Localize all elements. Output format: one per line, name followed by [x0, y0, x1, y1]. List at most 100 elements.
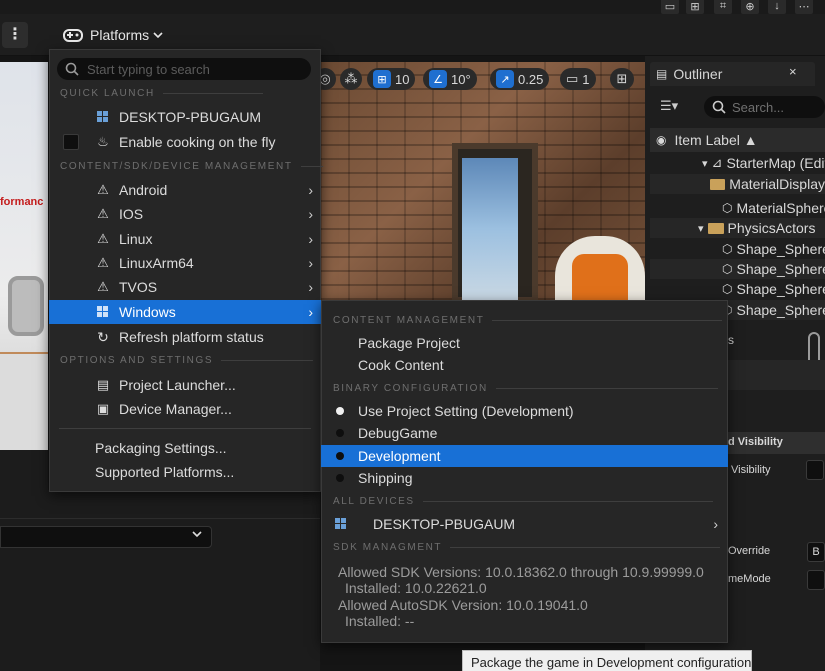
kebab-menu-button[interactable]: ⋮ [2, 22, 28, 48]
chat-icon[interactable]: ▭ [661, 0, 679, 14]
details-row [728, 360, 825, 390]
details-label: s [728, 333, 734, 347]
warning-icon: ⚠ [97, 182, 109, 197]
search-icon [712, 100, 726, 114]
filter-icon[interactable]: ☰▾ [660, 98, 678, 114]
camera-icon: ▭ [566, 71, 579, 86]
warning-icon: ⚠ [97, 255, 109, 270]
grid-icon[interactable]: ⊞ [686, 0, 704, 14]
section-content-sdk: CONTENT/SDK/DEVICE MANAGEMENT [60, 161, 323, 172]
radio-checked-icon [336, 407, 344, 415]
chevron-right-icon: › [308, 255, 313, 271]
transform-icon[interactable]: ⁂ [340, 68, 362, 90]
menu-item-label: Package Project [358, 335, 460, 351]
more-icon[interactable]: ⋯ [795, 0, 813, 14]
menu-item-cooking[interactable]: ♨ Enable cooking on the fly [49, 130, 321, 154]
config-development[interactable]: Development [321, 445, 728, 467]
eye-icon[interactable]: ◉ [656, 133, 666, 147]
performance-text: formanc [0, 196, 44, 208]
scale-snap-toggle[interactable]: ↗ 0.25 [490, 68, 550, 90]
override-value[interactable]: B [807, 542, 825, 562]
menu-item-device[interactable]: DESKTOP-PBUGAUM [49, 105, 321, 129]
visibility-checkbox[interactable] [806, 460, 824, 480]
menu-item-android[interactable]: ⚠ Android › [49, 178, 321, 202]
menu-search-input[interactable]: Start typing to search [57, 58, 311, 80]
sphere-icon: ⬡ [722, 282, 733, 296]
menu-item-label: Use Project Setting (Development) [358, 403, 574, 419]
menu-item-supported-platforms[interactable]: Supported Platforms... [49, 460, 321, 484]
item-label-header: Item Label ▲ [674, 132, 758, 148]
menu-item-windows[interactable]: Windows › [49, 300, 321, 324]
outliner-row[interactable]: ⬡ Shape_Sphere [650, 279, 825, 299]
menu-item-label: Development [358, 448, 441, 464]
sphere-icon: ⬡ [722, 242, 733, 256]
angle-snap-toggle[interactable]: ∠ 10° [423, 68, 477, 90]
outliner-search-input[interactable]: Search... [704, 96, 825, 118]
outliner-search-placeholder: Search... [732, 99, 785, 115]
section-quick-launch: QUICK LAUNCH [60, 88, 263, 99]
menu-item-linux[interactable]: ⚠ Linux › [49, 227, 321, 251]
outliner-row[interactable]: ⬡ Shape_Sphere [650, 259, 825, 279]
angle-snap-value: 10° [451, 71, 471, 87]
cooking-checkbox[interactable] [63, 134, 79, 150]
outliner-column-header[interactable]: ◉ Item Label ▲ [650, 128, 825, 152]
outliner-row[interactable]: MaterialDisplay [650, 174, 825, 194]
outliner-row-label: PhysicsActors [727, 220, 816, 236]
zoom-icon[interactable]: ⊕ [741, 0, 759, 14]
grid-snap-toggle[interactable]: ⊞ 10 [367, 68, 416, 90]
menu-item-label: TVOS [119, 279, 158, 295]
close-icon[interactable]: × [789, 64, 803, 82]
menu-item-label: Shipping [358, 470, 413, 486]
outliner-row[interactable]: ▾ PhysicsActors [650, 218, 825, 238]
warning-icon: ⚠ [97, 231, 109, 246]
chevron-down-icon [153, 32, 163, 39]
outliner-row[interactable]: ⬡ Shape_Sphere [650, 239, 825, 259]
radio-unchecked-icon [336, 429, 344, 437]
chevron-right-icon: › [308, 231, 313, 247]
dropdown-select[interactable] [0, 526, 212, 548]
sdk-installed: Installed: 10.0.22621.0 [345, 580, 487, 596]
window-glass-graphic [462, 158, 518, 300]
outliner-row[interactable]: ⬡ MaterialSphere [650, 198, 825, 218]
menu-search-placeholder: Start typing to search [87, 61, 210, 77]
menu-item-refresh[interactable]: ↻ Refresh platform status [49, 325, 321, 349]
menu-item-cook-content[interactable]: Cook Content [321, 354, 728, 376]
chevron-right-icon: › [308, 206, 313, 222]
menu-item-linuxarm64[interactable]: ⚠ LinuxArm64 › [49, 251, 321, 275]
game-mode-box[interactable] [807, 570, 825, 590]
menu-item-project-launcher[interactable]: ▤ Project Launcher... [49, 373, 321, 397]
outliner-row[interactable]: ▾ ⊿ StarterMap (Editor) [650, 153, 825, 173]
camera-speed-button[interactable]: ▭ 1 [560, 68, 596, 90]
menu-item-label: Project Launcher... [119, 377, 236, 393]
chevron-right-icon: › [308, 279, 313, 295]
outliner-row-label: Shape_Sphere [736, 281, 825, 297]
config-debuggame[interactable]: DebugGame [321, 422, 728, 444]
crop-icon[interactable]: ⌗ [714, 0, 732, 14]
download-icon[interactable]: ↓ [768, 0, 786, 14]
warning-icon: ⚠ [97, 279, 109, 294]
config-use-project-setting[interactable]: Use Project Setting (Development) [321, 400, 728, 422]
outliner-row-label: Shape_Sphere [736, 302, 825, 318]
device-manager-icon: ▣ [96, 401, 110, 416]
config-shipping[interactable]: Shipping [321, 467, 728, 489]
menu-item-package-project[interactable]: Package Project [321, 332, 728, 354]
launcher-icon: ▤ [96, 377, 110, 392]
menu-item-label: DESKTOP-PBUGAUM [119, 109, 262, 125]
platforms-button[interactable]: Platforms [56, 22, 171, 48]
menu-item-all-devices-device[interactable]: DESKTOP-PBUGAUM › [321, 513, 728, 535]
menu-item-ios[interactable]: ⚠ IOS › [49, 202, 321, 226]
menu-item-device-manager[interactable]: ▣ Device Manager... [49, 397, 321, 421]
menu-item-packaging-settings[interactable]: Packaging Settings... [49, 436, 321, 460]
outliner-row-label: Shape_Sphere [736, 241, 825, 257]
menu-item-label: Cook Content [358, 357, 444, 373]
menu-divider [59, 428, 311, 429]
section-all-devices: ALL DEVICES [333, 496, 713, 507]
section-content-management: CONTENT MANAGEMENT [333, 315, 723, 326]
section-binary-configuration: BINARY CONFIGURATION [333, 383, 718, 394]
scale-icon: ↗ [496, 70, 514, 88]
layout-icon[interactable]: ⊞ [610, 68, 634, 90]
refresh-icon: ↻ [97, 328, 109, 345]
windows-device-icon [321, 517, 358, 531]
menu-item-tvos[interactable]: ⚠ TVOS › [49, 275, 321, 299]
camera-speed-value: 1 [582, 71, 590, 87]
